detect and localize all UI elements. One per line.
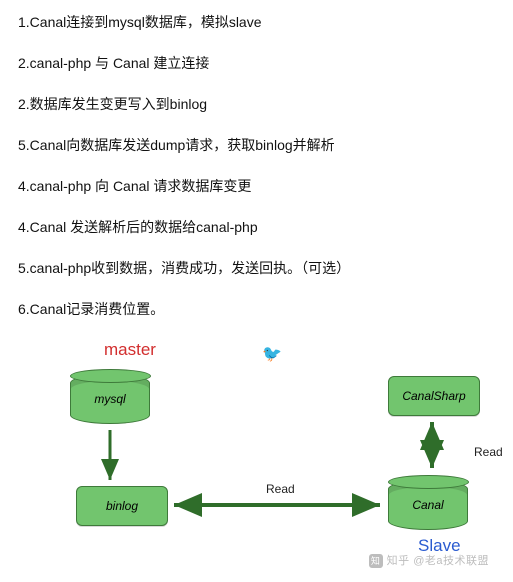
- architecture-diagram: 🐦 master Slave mysql binlog CanalSharp C…: [18, 340, 495, 570]
- watermark: 知知乎 @老a技术联盟: [369, 552, 489, 568]
- canalsharp-node: CanalSharp: [388, 376, 480, 416]
- step-4: 5.Canal向数据库发送dump请求，获取binlog并解析: [18, 135, 495, 156]
- step-5: 4.canal-php 向 Canal 请求数据库变更: [18, 176, 495, 197]
- canalsharp-node-label: CanalSharp: [402, 389, 465, 403]
- mysql-node-label: mysql: [94, 392, 125, 406]
- bird-icon: 🐦: [262, 344, 282, 364]
- master-label: master: [104, 340, 156, 360]
- mysql-node: mysql: [70, 374, 150, 424]
- watermark-text: 知乎 @老a技术联盟: [387, 555, 489, 567]
- step-3: 2.数据库发生变更写入到binlog: [18, 94, 495, 115]
- canal-node-label: Canal: [412, 498, 443, 512]
- step-1: 1.Canal连接到mysql数据库，模拟slave: [18, 12, 495, 33]
- canal-node: Canal: [388, 480, 468, 530]
- zhihu-icon: 知: [369, 554, 383, 568]
- read-label-right: Read: [474, 445, 503, 459]
- step-7: 5.canal-php收到数据，消费成功，发送回执。（可选）: [18, 258, 495, 279]
- step-6: 4.Canal 发送解析后的数据给canal-php: [18, 217, 495, 238]
- step-8: 6.Canal记录消费位置。: [18, 299, 495, 320]
- binlog-node-label: binlog: [106, 499, 138, 513]
- binlog-node: binlog: [76, 486, 168, 526]
- read-label-center: Read: [266, 482, 295, 496]
- step-2: 2.canal-php 与 Canal 建立连接: [18, 53, 495, 74]
